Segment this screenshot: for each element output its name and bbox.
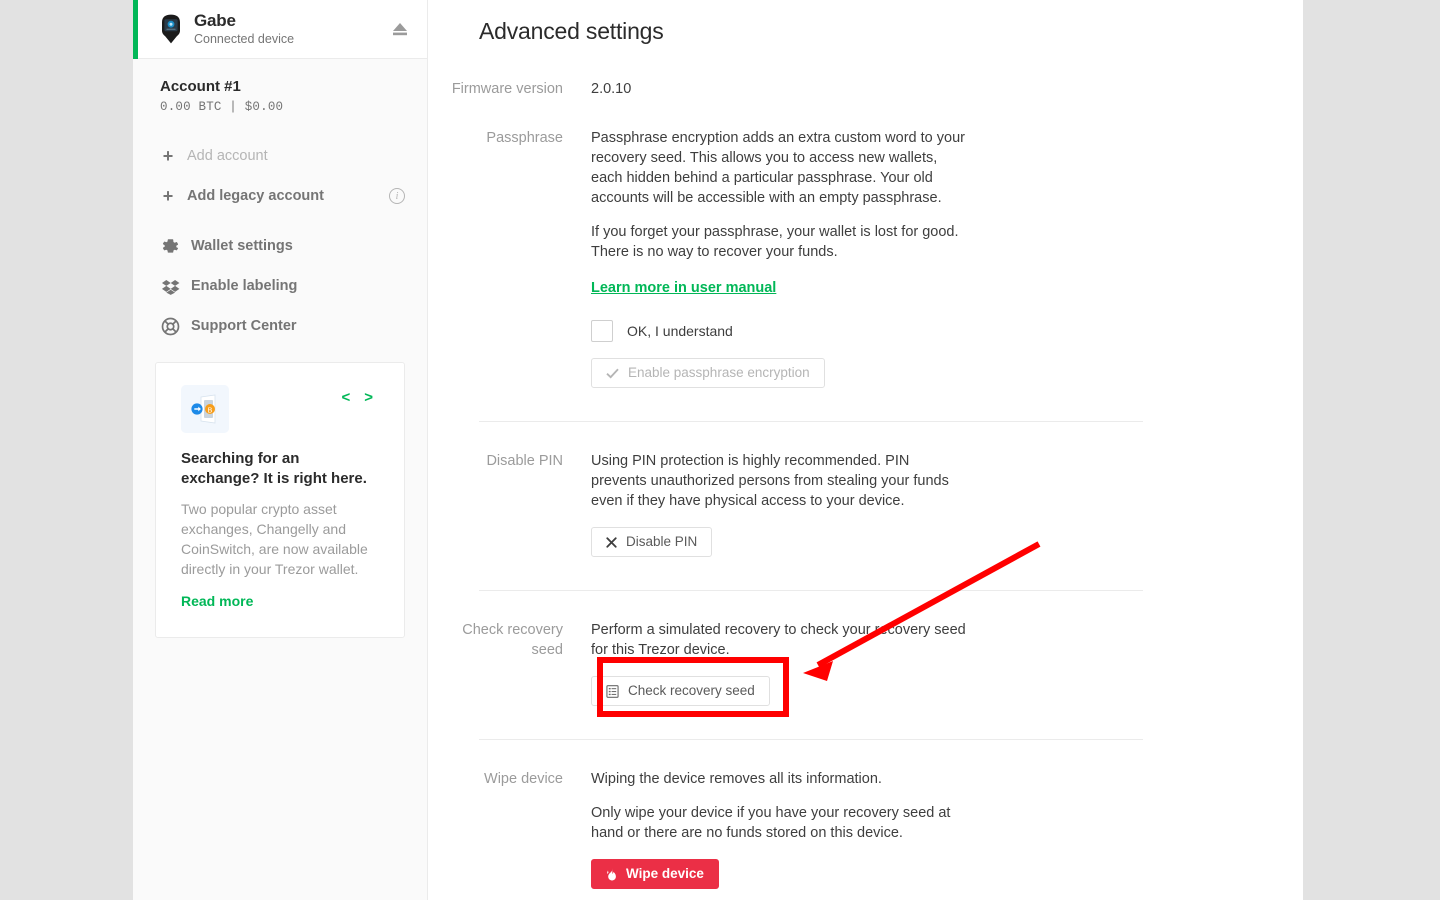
promo-prev-button[interactable]: < (341, 390, 350, 405)
flame-icon (606, 867, 617, 881)
sidebar-item-label: Add legacy account (187, 188, 324, 204)
section-label: Check recovery seed (462, 622, 563, 658)
sidebar-item-label: Enable labeling (191, 278, 298, 294)
account-summary[interactable]: Account #1 0.00 BTC | $0.00 (133, 59, 427, 114)
passphrase-body: Passphrase encryption adds an extra cust… (563, 128, 1278, 388)
section-label: Wipe device (484, 771, 563, 787)
sidebar-item-add-account[interactable]: + Add account (133, 136, 427, 176)
enable-passphrase-button-wrap: Enable passphrase encryption (591, 358, 1278, 388)
sidebar-nav: + Add account + Add legacy account i Wal… (133, 136, 427, 346)
learn-more-link[interactable]: Learn more in user manual (591, 278, 776, 298)
ok-i-understand-label: OK, I understand (627, 323, 733, 339)
sidebar-item-label: Add account (187, 148, 268, 164)
eject-icon[interactable] (387, 16, 413, 42)
device-status-accent-bar (133, 0, 138, 59)
info-icon[interactable]: i (389, 188, 405, 204)
button-label: Disable PIN (626, 534, 698, 549)
wallet-app-window: Gabe Connected device Account #1 0.00 BT… (133, 0, 1303, 900)
promo-card: B < > Searching for an exchange? It is r… (155, 362, 405, 638)
promo-body: Two popular crypto asset exchanges, Chan… (181, 501, 368, 577)
passphrase-paragraph-2: If you forget your passphrase, your wall… (591, 224, 959, 260)
sidebar-item-wallet-settings[interactable]: Wallet settings (133, 226, 427, 266)
section-passphrase: Passphrase Passphrase encryption adds an… (428, 99, 1303, 421)
promo-read-more-link[interactable]: Read more (181, 593, 253, 609)
lifebuoy-icon (160, 317, 180, 336)
section-disable-pin: Disable PIN Using PIN protection is high… (428, 422, 1303, 590)
section-label: Disable PIN (486, 453, 563, 469)
check-recovery-seed-button[interactable]: Check recovery seed (591, 676, 770, 706)
disable-pin-paragraph-1: Using PIN protection is highly recommend… (591, 453, 949, 509)
passphrase-paragraph-1: Passphrase encryption adds an extra cust… (591, 130, 965, 206)
settings-sections: Firmware version 2.0.10 Passphrase Passp… (428, 45, 1303, 900)
device-info: Gabe Connected device (194, 11, 387, 47)
cross-icon (606, 536, 617, 548)
firmware-version-value: 2.0.10 (591, 81, 632, 97)
button-label: Check recovery seed (628, 683, 755, 698)
disable-pin-button[interactable]: Disable PIN (591, 527, 713, 557)
sidebar: Gabe Connected device Account #1 0.00 BT… (133, 0, 428, 900)
account-name: Account #1 (160, 78, 241, 95)
sidebar-item-support-center[interactable]: Support Center (133, 306, 427, 346)
sidebar-item-enable-labeling[interactable]: Enable labeling (133, 266, 427, 306)
exchange-promo-icon: B (181, 385, 229, 433)
trezor-device-icon (160, 14, 182, 44)
list-document-icon (606, 684, 619, 698)
wipe-device-button[interactable]: Wipe device (591, 859, 719, 889)
wipe-device-paragraph-2: Only wipe your device if you have your r… (591, 805, 951, 841)
device-name: Gabe (194, 11, 236, 30)
ok-i-understand-checkbox[interactable] (591, 320, 613, 342)
section-check-recovery-seed: Check recovery seed Perform a simulated … (428, 591, 1303, 739)
svg-text:B: B (208, 407, 213, 414)
main-content: Advanced settings Firmware version 2.0.1… (428, 0, 1303, 900)
section-wipe-device: Wipe device Wiping the device removes al… (428, 740, 1303, 900)
passphrase-consent-row[interactable]: OK, I understand (591, 320, 1278, 342)
promo-carousel-nav: < > (341, 385, 379, 405)
sidebar-item-label: Wallet settings (191, 238, 293, 254)
button-label: Enable passphrase encryption (628, 365, 810, 380)
button-label: Wipe device (626, 866, 704, 881)
gear-icon (160, 237, 180, 256)
sidebar-item-add-legacy-account[interactable]: + Add legacy account i (133, 176, 427, 216)
check-recovery-seed-paragraph-1: Perform a simulated recovery to check yo… (591, 622, 966, 658)
wipe-device-paragraph-1: Wiping the device removes all its inform… (591, 771, 882, 787)
promo-title: Searching for an exchange? It is right h… (181, 450, 367, 487)
promo-header: B < > (181, 385, 379, 433)
enable-passphrase-encryption-button[interactable]: Enable passphrase encryption (591, 358, 825, 388)
plus-icon: + (162, 186, 174, 206)
section-firmware-version: Firmware version 2.0.10 (428, 45, 1303, 99)
sidebar-item-label: Support Center (191, 318, 297, 334)
wipe-device-button-wrap: Wipe device (591, 859, 1278, 889)
account-balance: 0.00 BTC | $0.00 (160, 100, 284, 114)
dropbox-icon (160, 277, 180, 296)
promo-next-button[interactable]: > (364, 390, 373, 405)
wipe-device-body: Wiping the device removes all its inform… (563, 769, 1278, 889)
page-title: Advanced settings (479, 18, 664, 44)
device-connection-status: Connected device (194, 32, 295, 46)
check-recovery-seed-button-wrap: Check recovery seed (591, 676, 1278, 706)
check-recovery-seed-body: Perform a simulated recovery to check yo… (563, 620, 1278, 706)
device-header[interactable]: Gabe Connected device (133, 0, 427, 59)
disable-pin-button-wrap: Disable PIN (591, 527, 1278, 557)
plus-icon: + (162, 146, 174, 166)
section-label: Passphrase (486, 130, 563, 146)
section-label: Firmware version (451, 81, 563, 97)
check-icon (606, 368, 619, 379)
disable-pin-body: Using PIN protection is highly recommend… (563, 451, 1278, 557)
